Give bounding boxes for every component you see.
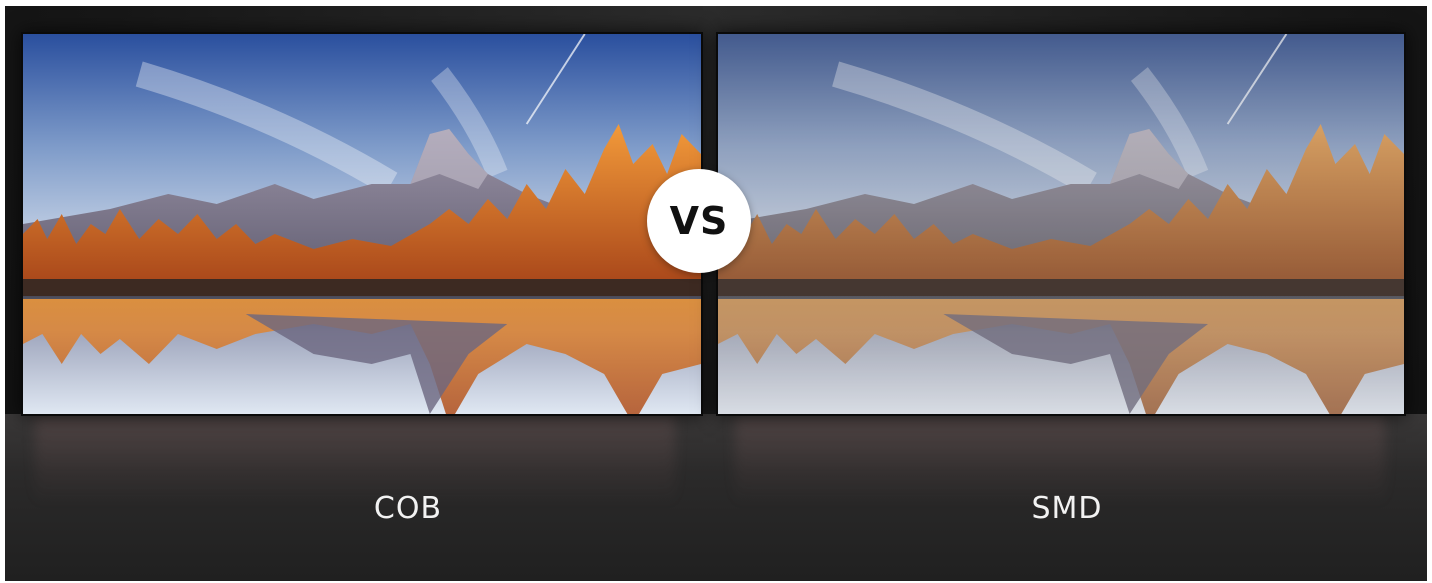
landscape-image [23, 34, 701, 414]
landscape-image [718, 34, 1404, 414]
vs-text: VS [669, 199, 729, 243]
cob-screen [21, 32, 703, 416]
comparison-stage: VS COB SMD [5, 6, 1427, 581]
smd-screen [716, 32, 1406, 416]
vs-badge: VS [647, 169, 751, 273]
cob-label: COB [373, 491, 443, 526]
smd-label: SMD [1031, 491, 1103, 526]
